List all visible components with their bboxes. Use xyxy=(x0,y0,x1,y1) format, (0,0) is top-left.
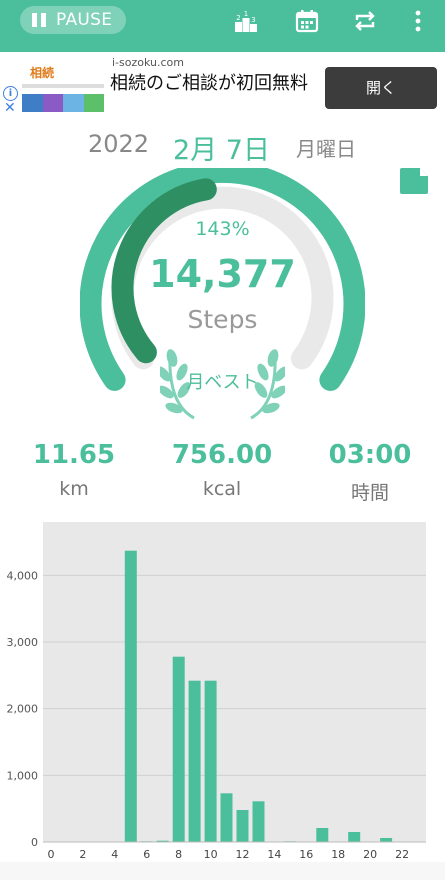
ad-open-button[interactable]: 開く xyxy=(325,67,437,109)
chart-y-tick: 0 xyxy=(31,836,38,849)
ad-image-strip xyxy=(22,84,104,88)
pause-label: PAUSE xyxy=(56,10,113,30)
chart-bar[interactable] xyxy=(252,801,265,842)
chart-bar[interactable] xyxy=(124,550,137,842)
stat-distance-value: 11.65 xyxy=(32,440,116,470)
ad-close-icon[interactable]: ✕ xyxy=(4,101,16,115)
chart-x-tick: 22 xyxy=(395,848,409,861)
chart-bar[interactable] xyxy=(348,832,361,842)
stat-calories-value: 756.00 xyxy=(171,440,273,470)
stat-time-unit: 時間 xyxy=(350,482,389,504)
top-app-bar: PAUSE 2 1 3 xyxy=(0,0,445,52)
ad-domain[interactable]: i-sozoku.com xyxy=(112,56,184,69)
chart-bar[interactable] xyxy=(236,810,249,842)
pause-button[interactable]: PAUSE xyxy=(20,6,126,34)
stat-distance-unit: km xyxy=(59,478,89,500)
chart-y-tick: 1,000 xyxy=(7,769,39,782)
note-icon[interactable] xyxy=(399,168,429,194)
chart-bar[interactable] xyxy=(380,838,393,842)
repeat-icon[interactable] xyxy=(352,8,378,34)
stat-calories: 756.00 kcal xyxy=(148,440,296,500)
hourly-steps-chart[interactable]: 0 1,000 2,000 3,000 4,000 0 2 4 6 8 10 12 14 16 18 20 22 xyxy=(0,522,445,862)
chart-x-tick: 16 xyxy=(299,848,313,861)
chart-x-tick: 20 xyxy=(363,848,377,861)
chart-x-tick: 4 xyxy=(111,848,118,861)
stat-time-value: 03:00 xyxy=(328,440,412,470)
chart-bar[interactable] xyxy=(172,656,185,842)
chart-x-tick: 14 xyxy=(267,848,281,861)
date-row: 2022 2月 7日 月曜日 xyxy=(0,128,445,167)
chart-y-tick: 2,000 xyxy=(7,703,39,716)
bottom-strip xyxy=(0,862,445,880)
goal-percent: 143% xyxy=(195,218,250,240)
ad-image[interactable]: 相続 xyxy=(22,60,104,118)
chart-x-tick: 2 xyxy=(79,848,86,861)
chart-x-tick: 6 xyxy=(143,848,150,861)
chart-x-tick: 0 xyxy=(48,848,55,861)
stat-distance: 11.65 km xyxy=(0,440,148,500)
step-count: 14,377 xyxy=(149,252,296,296)
chart-x-tick: 12 xyxy=(236,848,250,861)
ad-image-tiles xyxy=(22,94,104,112)
svg-text:3: 3 xyxy=(251,16,255,24)
chart-x-tick: 8 xyxy=(175,848,182,861)
chart-x-tick: 10 xyxy=(204,848,218,861)
stat-calories-unit: kcal xyxy=(202,478,242,500)
stat-time: 03:00 時間 xyxy=(296,440,444,505)
date-year[interactable]: 2022 xyxy=(88,130,149,158)
date-weekday: 月曜日 xyxy=(296,137,356,161)
chart-bar[interactable] xyxy=(188,680,201,842)
svg-text:2: 2 xyxy=(236,14,240,22)
chart-x-tick: 18 xyxy=(331,848,345,861)
pause-icon xyxy=(32,13,46,27)
monthly-best-badge: 月ベスト xyxy=(186,372,259,393)
ad-info-icon[interactable]: i xyxy=(3,86,18,101)
date-month-day[interactable]: 2月 7日 xyxy=(173,128,270,167)
svg-text:1: 1 xyxy=(244,10,248,18)
ad-brand: 相続 xyxy=(30,66,55,80)
chart-bar[interactable] xyxy=(220,793,233,842)
ranking-icon[interactable]: 2 1 3 xyxy=(233,8,259,34)
chart-y-tick: 3,000 xyxy=(7,636,39,649)
calendar-icon[interactable] xyxy=(294,8,320,34)
chart-y-tick: 4,000 xyxy=(7,569,39,582)
more-vert-icon[interactable] xyxy=(405,8,425,34)
chart-bar[interactable] xyxy=(204,680,217,842)
ad-headline[interactable]: 相続のご相談が初回無料 xyxy=(110,72,310,96)
chart-bar[interactable] xyxy=(316,828,329,842)
step-unit: Steps xyxy=(187,305,258,334)
chart-plot-area xyxy=(43,522,426,842)
